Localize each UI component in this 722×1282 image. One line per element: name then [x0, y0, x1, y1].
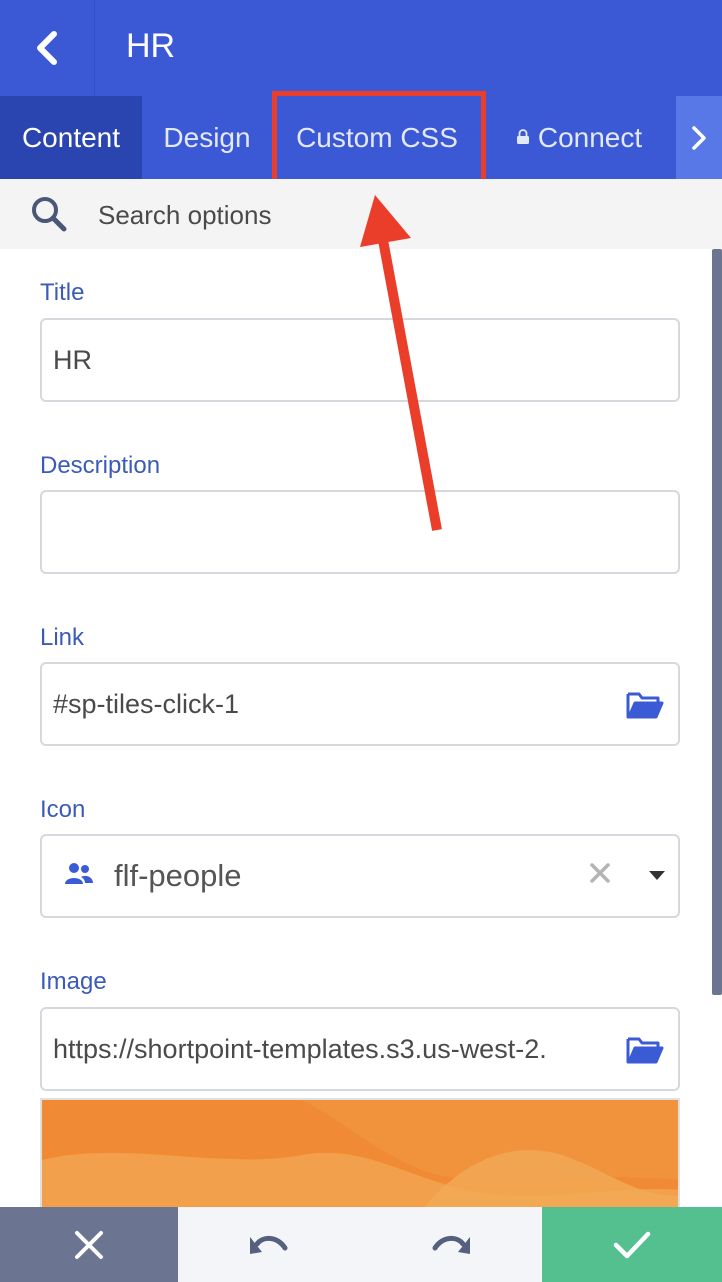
back-button[interactable]: [0, 0, 95, 96]
annotation-arrow: [360, 195, 442, 531]
tab-connect-label: Connect: [537, 122, 643, 153]
chevron-right-icon: [692, 125, 706, 150]
undo-icon: [250, 1235, 288, 1254]
description-label: Description: [40, 452, 161, 479]
folder-icon[interactable]: [626, 1035, 664, 1065]
title-label: Title: [40, 279, 85, 306]
icon-value: flf-people: [114, 858, 242, 893]
chevron-left-icon: [37, 31, 57, 65]
close-icon: [75, 1230, 103, 1259]
top-bar: HR: [0, 0, 722, 96]
tab-custom-css[interactable]: Custom CSS: [272, 96, 482, 179]
image-field[interactable]: https://shortpoint-templates.s3.us-west-…: [40, 1007, 680, 1091]
link-field[interactable]: #sp-tiles-click-1: [40, 662, 680, 746]
check-icon: [613, 1231, 651, 1258]
title-value: HR: [53, 345, 92, 375]
tab-content[interactable]: Content: [0, 96, 142, 179]
scrollbar[interactable]: [712, 249, 722, 995]
image-label: Image: [40, 968, 107, 995]
folder-icon[interactable]: [626, 690, 664, 720]
icon-label: Icon: [40, 796, 86, 823]
lock-icon: [516, 128, 529, 144]
icon-select[interactable]: flf-people: [40, 834, 680, 918]
link-label: Link: [40, 624, 85, 651]
undo-button[interactable]: [178, 1207, 360, 1282]
page-title: HR: [126, 27, 176, 65]
footer-toolbar: [0, 1207, 722, 1282]
image-url-value: https://shortpoint-templates.s3.us-west-…: [53, 1034, 547, 1064]
people-icon: [65, 863, 93, 884]
tab-bar: Content Design Custom CSS Connect: [0, 96, 722, 179]
image-preview-graphic: [42, 1100, 678, 1208]
save-button[interactable]: [542, 1207, 722, 1282]
redo-icon: [432, 1235, 470, 1254]
link-value: #sp-tiles-click-1: [53, 689, 240, 719]
caret-down-icon[interactable]: [647, 870, 667, 882]
image-preview: [40, 1098, 680, 1208]
tabs-scroll-right-button[interactable]: [676, 96, 722, 179]
cancel-button[interactable]: [0, 1207, 178, 1282]
tab-connect[interactable]: Connect: [482, 96, 676, 179]
search-icon: [32, 197, 67, 232]
clear-icon[interactable]: [587, 860, 613, 886]
redo-button[interactable]: [360, 1207, 542, 1282]
tab-design[interactable]: Design: [142, 96, 272, 179]
